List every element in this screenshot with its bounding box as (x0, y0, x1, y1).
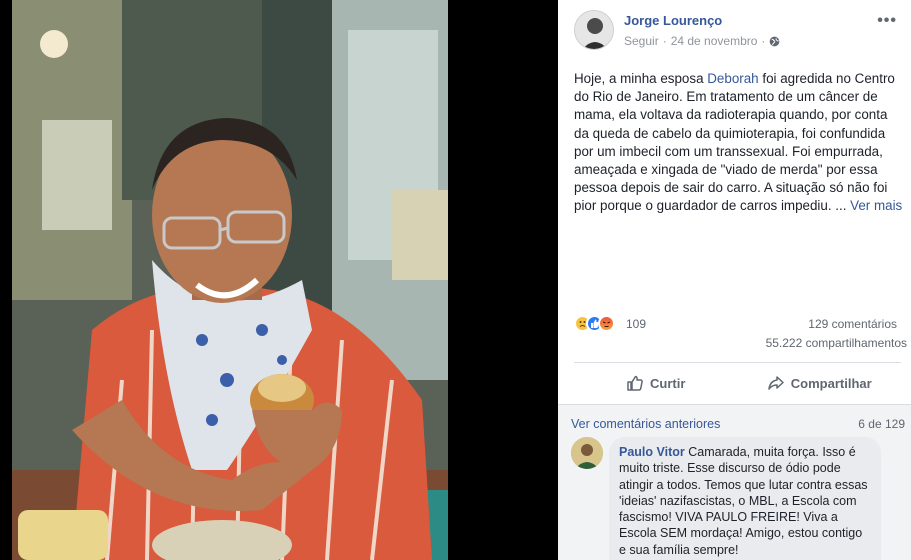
author-name[interactable]: Jorge Lourenço (624, 13, 722, 28)
photo-illustration (12, 0, 448, 560)
comment-pager: 6 de 129 (858, 417, 905, 431)
post-text-body: foi agredida no Centro do Rio de Janeiro… (574, 71, 895, 214)
post-date[interactable]: 24 de novembro (671, 34, 758, 48)
meta-separator: · (662, 34, 667, 48)
author-avatar-image (575, 11, 613, 49)
globe-icon[interactable] (769, 36, 780, 47)
photo-viewer (0, 0, 558, 560)
action-bar: Curtir Compartilhar (574, 366, 901, 400)
share-button[interactable]: Compartilhar (738, 366, 902, 400)
like-button[interactable]: Curtir (574, 366, 738, 400)
comment-bubble: Paulo Vitor Camarada, muita força. Isso … (609, 437, 881, 560)
angry-reaction-icon (598, 315, 615, 332)
divider (574, 362, 901, 363)
author-avatar[interactable] (574, 10, 614, 50)
post-photo[interactable] (12, 0, 448, 560)
shares-count[interactable]: 55.222 compartilhamentos (766, 336, 907, 350)
post-text: Hoje, a minha esposa Deborah foi agredid… (574, 70, 904, 216)
previous-comments-link[interactable]: Ver comentários anteriores (571, 417, 720, 431)
thumbs-up-icon (627, 375, 643, 391)
commenter-avatar-image (571, 437, 603, 469)
post-meta: Seguir · 24 de novembro · (624, 34, 780, 48)
reaction-count[interactable]: 109 (626, 317, 646, 331)
mention-link[interactable]: Deborah (707, 71, 758, 86)
comment-text: Camarada, muita força. Isso é muito tris… (619, 445, 868, 557)
post-panel: Jorge Lourenço Seguir · 24 de novembro ·… (558, 0, 911, 560)
commenter-avatar[interactable] (571, 437, 603, 469)
meta-separator: · (761, 34, 766, 48)
share-arrow-icon (768, 376, 784, 390)
reaction-icons[interactable] (574, 315, 615, 332)
see-more-link[interactable]: Ver mais (850, 198, 902, 213)
comments-count[interactable]: 129 comentários (808, 317, 897, 331)
more-icon[interactable]: ••• (877, 12, 897, 30)
reactions-row: 109 129 comentários (574, 313, 901, 335)
post-text-start: Hoje, a minha esposa (574, 71, 708, 86)
post-header: Jorge Lourenço Seguir · 24 de novembro ·… (574, 10, 901, 54)
like-label: Curtir (650, 375, 686, 391)
follow-button[interactable]: Seguir (624, 34, 659, 48)
commenter-name[interactable]: Paulo Vitor (619, 445, 685, 459)
share-label: Compartilhar (790, 375, 872, 391)
comments-section: Ver comentários anteriores 6 de 129 Paul… (558, 404, 911, 560)
